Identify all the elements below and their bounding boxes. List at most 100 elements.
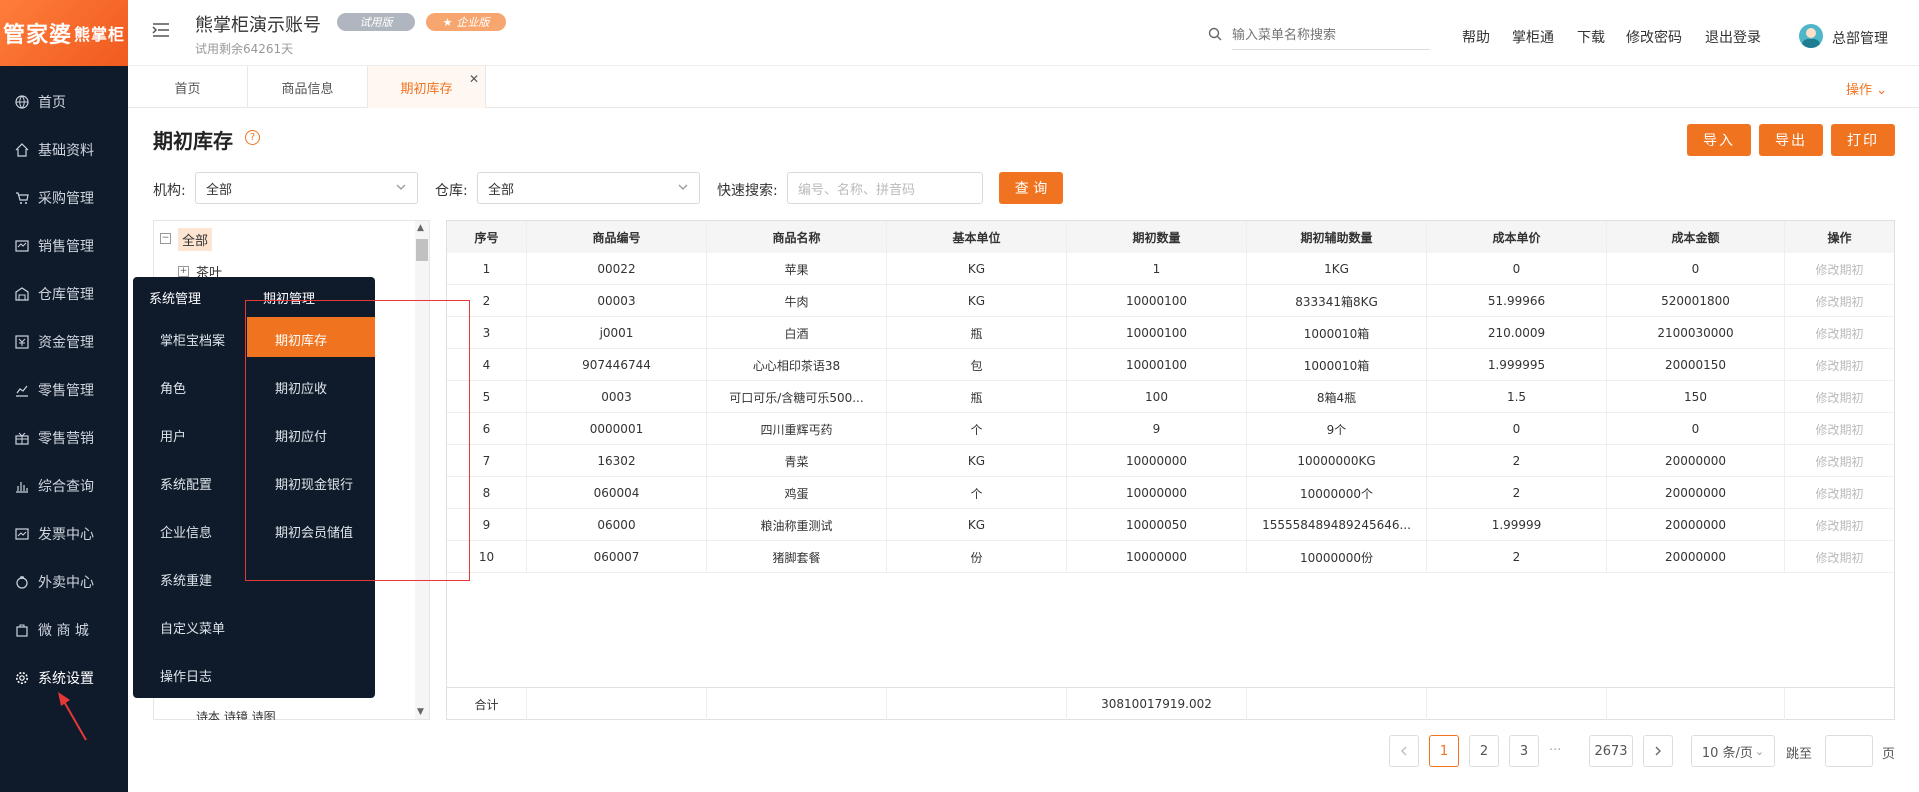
table-row: 2 00003 牛肉 KG 10000100 833341箱8KG 51.99966 5200… [447, 285, 1894, 317]
table-cell: 150 [1607, 381, 1785, 413]
table-cell: 210.0009 [1427, 317, 1607, 349]
sidebar-item-home[interactable]: 首页 [0, 78, 128, 126]
page-2-button[interactable]: 2 [1469, 735, 1499, 767]
logout-link[interactable]: 退出登录 [1705, 27, 1761, 47]
menu-item-company[interactable]: 企业信息 [160, 522, 212, 541]
tab-product-info[interactable]: 商品信息 [248, 66, 368, 108]
quick-search-input[interactable]: 编号、名称、拼音码 [787, 172, 983, 204]
import-button[interactable]: 导入 [1687, 124, 1751, 156]
red-highlight-box [245, 300, 470, 581]
menu-item-rebuild[interactable]: 系统重建 [160, 570, 212, 589]
expand-icon[interactable]: + [178, 266, 189, 277]
table-cell: 155558489489245646... [1247, 509, 1427, 541]
menu-item-custom-menu[interactable]: 自定义菜单 [160, 618, 225, 637]
sidebar-item-mall[interactable]: 微 商 城 [0, 606, 128, 654]
sidebar-item-purchase[interactable]: 采购管理 [0, 174, 128, 222]
page-unit: 页 [1882, 747, 1896, 762]
menu-item-log[interactable]: 操作日志 [160, 666, 212, 685]
help-circle-icon[interactable]: ? [245, 130, 260, 145]
menu-item-config[interactable]: 系统配置 [160, 474, 212, 493]
table-cell: 833341箱8KG [1247, 285, 1427, 317]
table-cell: 9 [1067, 413, 1247, 445]
table-cell: 0 [1427, 253, 1607, 285]
table-cell: 鸡蛋 [707, 477, 887, 509]
table-cell: j0001 [527, 317, 707, 349]
table-cell: 10000100 [1067, 349, 1247, 381]
table-cell: 个 [887, 413, 1067, 445]
account-name: 熊掌柜演示账号 [195, 15, 321, 36]
query-button[interactable]: 查 询 [999, 172, 1063, 204]
operate-dropdown[interactable]: 操作 ⌄ [1846, 79, 1887, 98]
zhanggui-link[interactable]: 掌柜通 [1512, 27, 1554, 47]
tab-home[interactable]: 首页 [128, 66, 248, 108]
edit-initial-link[interactable]: 修改期初 [1785, 349, 1894, 381]
scroll-up-icon[interactable]: ▲ [417, 223, 424, 233]
menu-search-input[interactable] [1232, 22, 1430, 50]
edit-initial-link[interactable]: 修改期初 [1785, 317, 1894, 349]
next-page-button[interactable] [1643, 735, 1673, 767]
table-cell: 16302 [527, 445, 707, 477]
table-cell: 10000000KG [1247, 445, 1427, 477]
sidebar-item-warehouse[interactable]: 仓库管理 [0, 270, 128, 318]
red-arrow-annotation [58, 692, 87, 741]
edit-initial-link[interactable]: 修改期初 [1785, 285, 1894, 317]
scroll-down-icon[interactable]: ▼ [417, 707, 424, 717]
total-label: 合计 [447, 688, 527, 720]
jump-label: 跳至 [1786, 747, 1813, 762]
jump-page-input[interactable] [1825, 735, 1873, 767]
bag-icon [14, 622, 30, 638]
download-link[interactable]: 下载 [1577, 27, 1605, 47]
takeout-icon [14, 574, 30, 590]
table-row: 6 0000001 四川重辉丐药个 9 9个 0 0 修改期初 [447, 413, 1894, 445]
table-cell: 10000100 [1067, 285, 1247, 317]
page-size-select[interactable]: 10 条/页 ⌄ [1691, 735, 1775, 767]
page-1-button[interactable]: 1 [1429, 735, 1459, 767]
table-cell: 四川重辉丐药 [707, 413, 887, 445]
prev-page-button[interactable] [1389, 735, 1419, 767]
collapse-icon[interactable]: − [160, 233, 171, 244]
collapse-menu-icon[interactable] [152, 22, 170, 42]
sidebar-item-retail[interactable]: 零售管理 [0, 366, 128, 414]
chevron-down-icon: ⌄ [1876, 83, 1888, 98]
sidebar-item-basic-data[interactable]: 基础资料 [0, 126, 128, 174]
edit-initial-link[interactable]: 修改期初 [1785, 253, 1894, 285]
close-icon[interactable]: ✕ [469, 72, 479, 86]
warehouse-select[interactable]: 全部 [477, 172, 700, 204]
user-name[interactable]: 总部管理 [1832, 28, 1888, 48]
sidebar-item-funds[interactable]: 资金管理 [0, 318, 128, 366]
menu-item-user[interactable]: 用户 [160, 426, 186, 445]
table-cell: 10000000个 [1247, 477, 1427, 509]
export-button[interactable]: 导出 [1759, 124, 1823, 156]
avatar[interactable] [1799, 24, 1823, 48]
edit-initial-link[interactable]: 修改期初 [1785, 381, 1894, 413]
sidebar-item-takeout[interactable]: 外卖中心 [0, 558, 128, 606]
tree-node-root[interactable]: 全部 [178, 228, 213, 251]
tree-node-bottom[interactable]: 诗本 诗镜 诗图 [196, 708, 276, 720]
edit-initial-link[interactable]: 修改期初 [1785, 477, 1894, 509]
edit-initial-link[interactable]: 修改期初 [1785, 445, 1894, 477]
edit-initial-link[interactable]: 修改期初 [1785, 413, 1894, 445]
print-button[interactable]: 打印 [1831, 124, 1895, 156]
table-cell: 瓶 [887, 317, 1067, 349]
edit-initial-link[interactable]: 修改期初 [1785, 541, 1894, 573]
table-cell: 0000001 [527, 413, 707, 445]
sidebar-item-sales[interactable]: 销售管理 [0, 222, 128, 270]
menu-item-archive[interactable]: 掌柜宝档案 [160, 330, 225, 349]
table-cell: 8箱4瓶 [1247, 381, 1427, 413]
tab-initial-stock[interactable]: 期初库存 ✕ [368, 66, 486, 108]
page-ellipsis[interactable]: ··· [1549, 743, 1561, 758]
table-row: 3 j0001 白酒瓶 10000100 1000010箱 210.0009 2100030… [447, 317, 1894, 349]
table-cell: 可口可乐/含糖可乐500... [707, 381, 887, 413]
table-cell: 10000100 [1067, 317, 1247, 349]
org-select[interactable]: 全部 [195, 172, 418, 204]
last-page-button[interactable]: 2673 [1589, 735, 1633, 767]
menu-item-role[interactable]: 角色 [160, 378, 186, 397]
sidebar-item-query[interactable]: 综合查询 [0, 462, 128, 510]
help-link[interactable]: 帮助 [1462, 27, 1490, 47]
edit-initial-link[interactable]: 修改期初 [1785, 509, 1894, 541]
sidebar-item-marketing[interactable]: 零售营销 [0, 414, 128, 462]
sidebar-item-invoice[interactable]: 发票中心 [0, 510, 128, 558]
page-3-button[interactable]: 3 [1509, 735, 1539, 767]
change-password-link[interactable]: 修改密码 [1626, 27, 1682, 47]
top-header: 熊掌柜演示账号 试用版 ★企业版 试用剩余64261天 帮助 掌柜通 下载 修改… [128, 0, 1919, 66]
